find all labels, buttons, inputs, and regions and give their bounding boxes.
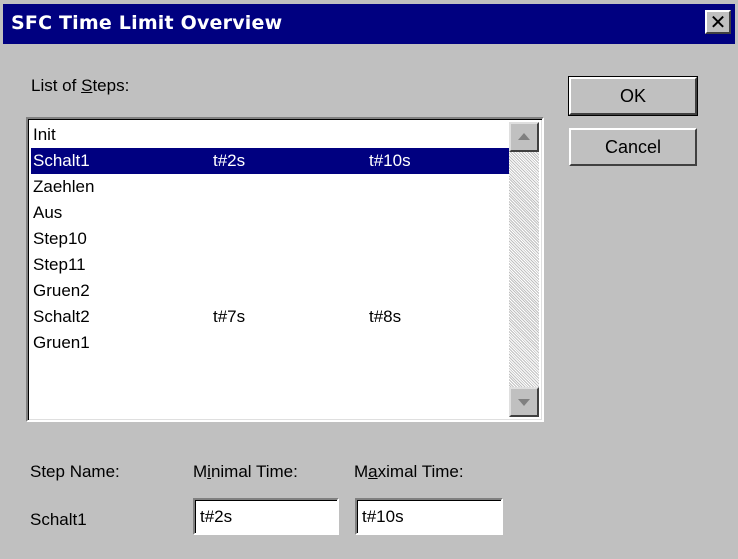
step-name-cell: Aus: [33, 203, 63, 222]
list-item[interactable]: Init: [31, 122, 509, 148]
step-name-label: Step Name:: [30, 462, 120, 481]
list-item[interactable]: Schalt2 t#7s t#8s: [31, 304, 509, 330]
step-name-cell: Gruen2: [33, 281, 90, 300]
window-title: SFC Time Limit Overview: [11, 12, 283, 34]
arrow-down-icon: [518, 399, 530, 406]
max-time-cell: t#8s: [369, 307, 402, 326]
list-of-steps-label: List of Steps:: [31, 76, 130, 95]
scroll-down-button[interactable]: [509, 387, 539, 417]
list-item[interactable]: Gruen1: [31, 330, 509, 356]
maximal-time-input[interactable]: t#10s: [355, 498, 503, 535]
cancel-button[interactable]: Cancel: [569, 128, 697, 166]
max-time-cell: t#10s: [369, 151, 411, 170]
close-button[interactable]: ✕: [705, 10, 731, 34]
list-item[interactable]: Schalt1 t#2s t#10s: [31, 148, 509, 174]
close-icon: ✕: [709, 12, 727, 34]
vertical-scrollbar[interactable]: [509, 122, 539, 417]
title-bar[interactable]: SFC Time Limit Overview ✕: [3, 4, 735, 44]
steps-listbox[interactable]: Init Schalt1 t#2s t#10s Zaehlen Aus Step10 Step…: [26, 117, 544, 422]
step-name-cell: Gruen1: [33, 333, 90, 352]
maximal-time-label: Maximal Time:: [354, 462, 464, 481]
ok-button[interactable]: OK: [568, 76, 698, 116]
min-time-cell: t#2s: [213, 151, 246, 170]
minimal-time-input[interactable]: t#2s: [193, 498, 339, 535]
step-name-value: Schalt1: [30, 510, 87, 529]
list-item[interactable]: Aus: [31, 200, 509, 226]
step-name-cell: Schalt2: [33, 307, 90, 326]
list-item[interactable]: Gruen2: [31, 278, 509, 304]
list-item[interactable]: Zaehlen: [31, 174, 509, 200]
min-time-cell: t#7s: [213, 307, 246, 326]
minimal-time-label: Minimal Time:: [193, 462, 298, 481]
steps-list: Init Schalt1 t#2s t#10s Zaehlen Aus Step10 Step…: [31, 122, 509, 356]
list-item[interactable]: Step10: [31, 226, 509, 252]
scroll-up-button[interactable]: [509, 122, 539, 152]
step-name-cell: Step11: [33, 255, 86, 274]
list-item[interactable]: Step11: [31, 252, 509, 278]
sfc-time-limit-dialog: SFC Time Limit Overview ✕ List of Steps:…: [0, 0, 738, 559]
step-name-cell: Init: [33, 125, 56, 144]
arrow-up-icon: [518, 133, 530, 140]
step-name-cell: Step10: [33, 229, 87, 248]
step-name-cell: Schalt1: [33, 151, 90, 170]
step-name-cell: Zaehlen: [33, 177, 95, 196]
